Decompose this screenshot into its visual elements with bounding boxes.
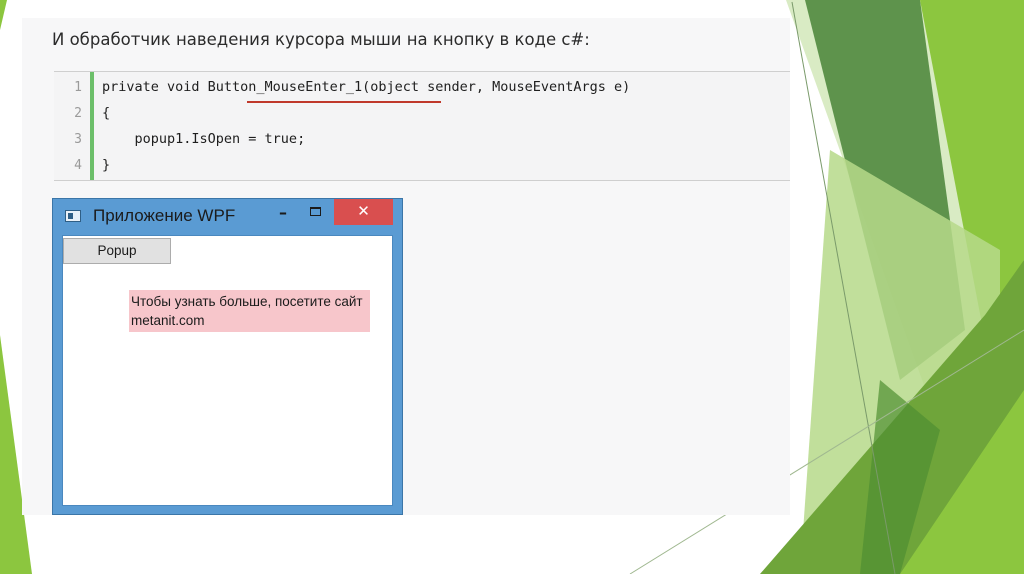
line-number: 2 [74,106,82,121]
code-block: 1 2 3 4 private void Button_MouseEnter_1… [54,71,790,181]
line-number: 3 [74,132,82,147]
app-window-icon [65,210,81,222]
code-gutter-bar [90,72,94,180]
code-gutter: 1 2 3 4 [54,72,90,180]
close-button[interactable]: ✕ [334,199,393,225]
code-line: } [102,157,111,173]
line-number: 1 [74,80,82,95]
left-green-sliver-top [0,0,7,30]
maximize-button[interactable] [303,201,329,225]
wpf-window: Приложение WPF – ✕ Popup Чтобы узнать бо… [52,198,403,515]
code-line: popup1.IsOpen = true; [102,131,306,147]
code-line: private void Button_MouseEnter_1(object … [102,79,631,95]
minimize-button[interactable]: – [271,201,295,225]
code-line: { [102,105,111,121]
wpf-window-title: Приложение WPF [93,206,236,225]
popup-button[interactable]: Popup [63,238,171,264]
line-number: 4 [74,158,82,173]
wpf-client-area: Popup Чтобы узнать больше, посетите сайт… [62,235,393,506]
popup-tooltip: Чтобы узнать больше, посетите сайт metan… [129,290,370,332]
wpf-titlebar[interactable]: Приложение WPF – ✕ [53,199,402,233]
method-name-underline [247,101,441,103]
slide-heading: И обработчик наведения курсора мыши на к… [52,30,590,49]
